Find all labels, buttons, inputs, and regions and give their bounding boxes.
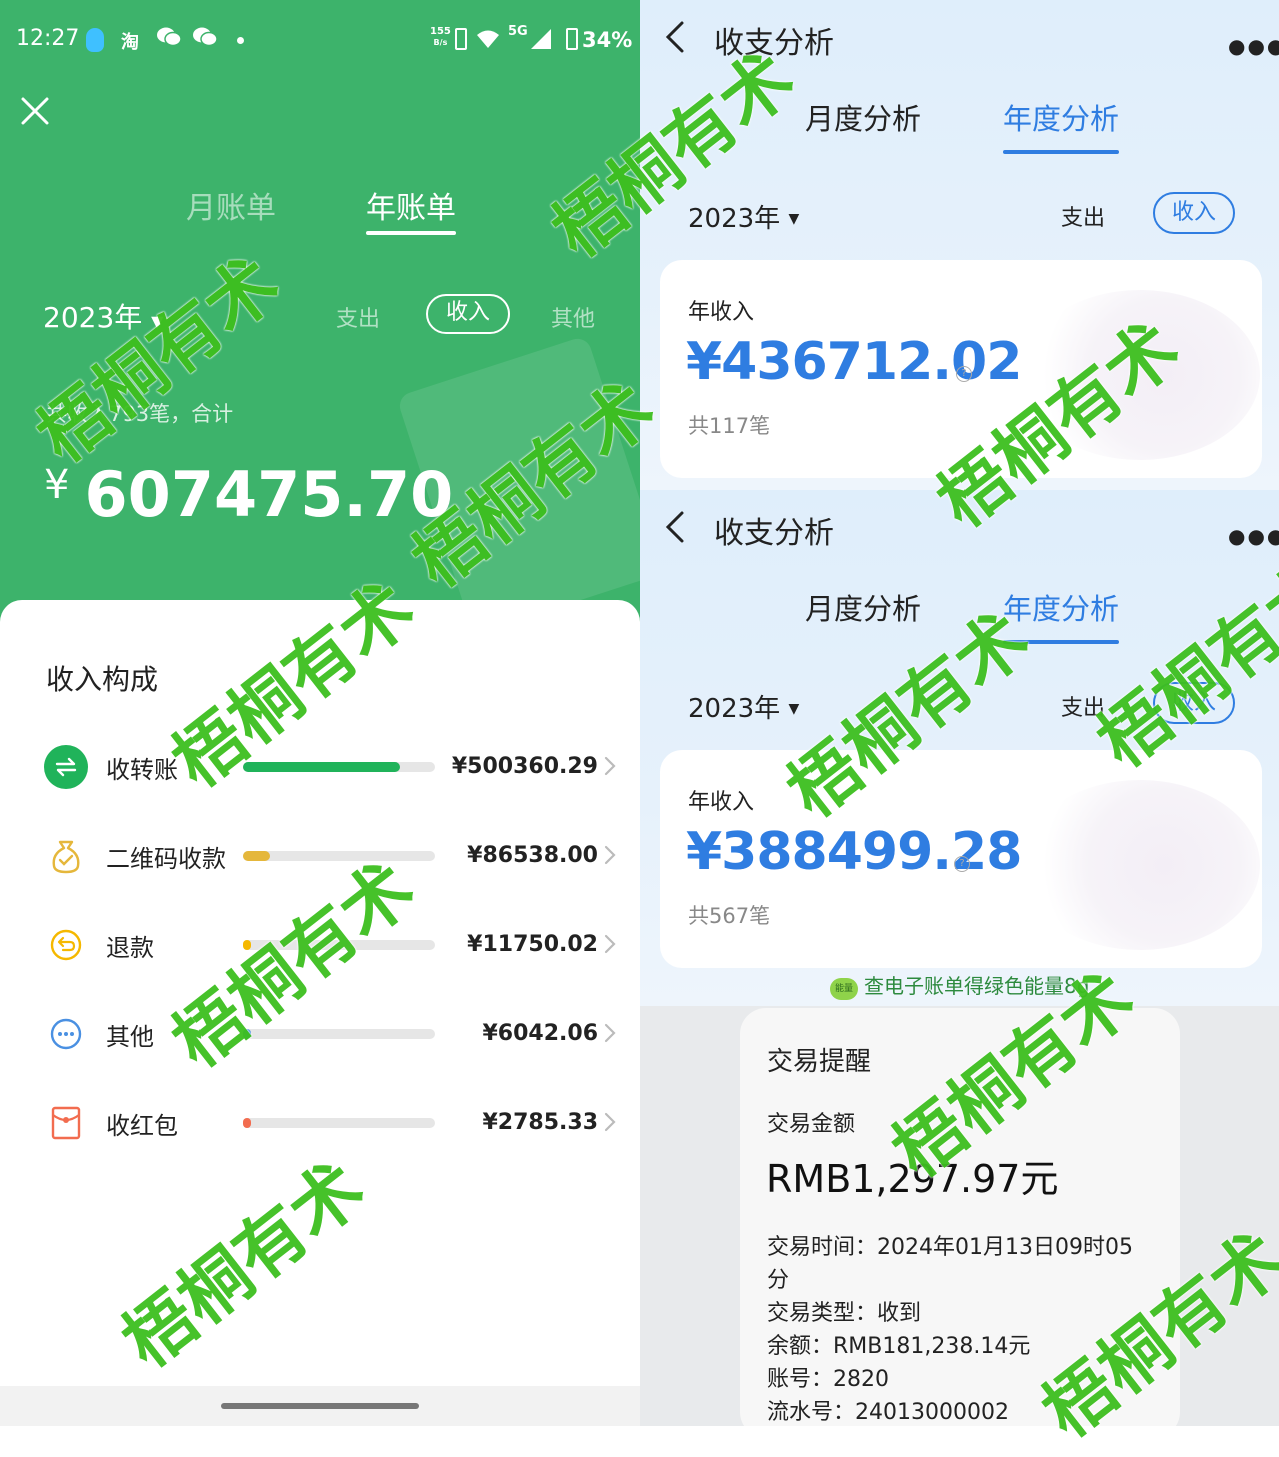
tab-year-underline [366,231,456,235]
row-bar-fill [243,1118,251,1128]
transaction-count: 共567笔 [688,904,771,928]
amount-label: 交易金额 [767,1112,856,1137]
alert-title: 交易提醒 [767,1047,872,1077]
chevron-right-icon [604,1023,616,1047]
year-label: 2023年 [688,204,781,234]
close-icon[interactable] [20,96,50,130]
chevron-right-icon [604,1112,616,1136]
row-label: 收红包 [106,1112,178,1140]
transfer-icon [44,745,88,789]
status-time: 12:27 [16,26,80,51]
row-bar-track [243,1118,435,1128]
chevron-right-icon [604,756,616,780]
battery-icon [566,28,578,50]
alert-line: 余额：RMB181,238.14元 [767,1334,1031,1359]
taobao-icon: 淘 [121,32,139,53]
row-bar-fill [243,851,270,861]
back-icon[interactable] [664,20,686,58]
transaction-count: 共117笔 [688,414,771,438]
tab-monthly-analysis[interactable]: 月度分析 [805,586,921,628]
wechat-icon [156,26,182,54]
signal-icon [530,28,552,54]
more-icon[interactable]: ●●● [1228,524,1279,548]
year-income-card: 年收入 ¥388499.28 ? 共567笔 [660,750,1262,968]
net-type: 5G [508,24,528,39]
row-amount: ¥11750.02 [467,932,598,957]
wifi-icon [476,28,500,54]
year-income-amount: ¥388499.28 [686,822,1022,882]
tab-yearly-analysis[interactable]: 年度分析 [1003,586,1119,628]
filter-other[interactable]: 其他 [551,301,595,333]
back-icon[interactable] [664,510,686,548]
row-bar-fill [243,762,400,772]
card-label: 年收入 [688,790,755,815]
sim-icon [455,28,467,50]
notification-dot-icon [237,37,244,44]
alert-line: 账号：2820 [767,1367,889,1392]
row-bar-track [243,762,435,772]
more-icon[interactable]: ●●● [1228,34,1279,58]
total-amount: ¥ 607475.70 [44,458,453,531]
row-amount: ¥2785.33 [482,1110,598,1135]
caret-down-icon: ▼ [788,701,800,717]
income-row[interactable]: 其他 ¥6042.06 [0,1007,640,1067]
filter-income[interactable]: 收入 [426,294,510,334]
row-label: 退款 [106,934,154,962]
money-bag-icon [44,834,88,878]
chevron-right-icon [604,845,616,869]
network-speed-value: 155 [430,26,451,37]
energy-badge-icon: 能量 [830,978,858,1000]
alert-line: 交易类型：收到 [767,1301,922,1326]
filter-expense[interactable]: 支出 [1061,200,1105,232]
home-indicator[interactable] [221,1403,419,1409]
filter-expense[interactable]: 支出 [336,301,380,333]
year-selector[interactable]: 2023年 ▼ [688,198,799,235]
red-packet-icon [44,1101,88,1145]
alert-line: 分 [767,1268,790,1293]
section-title: 收入构成 [46,663,159,696]
alert-line: 交易时间：2024年01月13日09时05 [767,1235,1133,1260]
alert-line: 流水号：24013000002 [767,1400,1009,1425]
page-title: 收支分析 [714,516,834,551]
battery-level: 34% [582,28,633,52]
cloud-decoration [1020,780,1260,950]
row-amount: ¥86538.00 [467,843,598,868]
card-label: 年收入 [688,300,755,325]
row-label: 二维码收款 [106,845,226,873]
help-icon[interactable]: ? [956,366,972,382]
tab-month-bill[interactable]: 月账单 [186,183,276,227]
help-icon[interactable]: ? [954,856,970,872]
year-selector[interactable]: 2023年 ▼ [688,688,799,725]
network-speed-unit: B/s [433,38,448,47]
tab-yearly-analysis[interactable]: 年度分析 [1003,96,1119,138]
row-amount: ¥500360.29 [451,754,598,779]
more-icon [44,1012,88,1056]
income-row[interactable]: 收转账 ¥500360.29 [0,740,640,800]
tab-yearly-underline [1003,150,1119,154]
filter-income[interactable]: 收入 [1153,192,1235,234]
refund-icon [44,923,88,967]
tab-monthly-analysis[interactable]: 月度分析 [805,96,921,138]
tab-year-bill[interactable]: 年账单 [366,183,456,227]
row-amount: ¥6042.06 [482,1021,598,1046]
qq-icon [86,28,104,52]
income-breakdown-sheet: 收入构成 收转账 ¥500360.29 二维码收款 ¥86538.00 退款 ¥11750… [0,600,640,1426]
network-speed: 155 B/s [430,26,451,48]
year-label: 2023年 [688,694,781,724]
chevron-right-icon [604,934,616,958]
row-label: 收转账 [106,756,178,784]
wechat-icon-2 [192,26,218,54]
year-income-amount: ¥436712.02 [686,332,1022,392]
caret-down-icon: ▼ [788,211,800,227]
row-label: 其他 [106,1023,154,1051]
